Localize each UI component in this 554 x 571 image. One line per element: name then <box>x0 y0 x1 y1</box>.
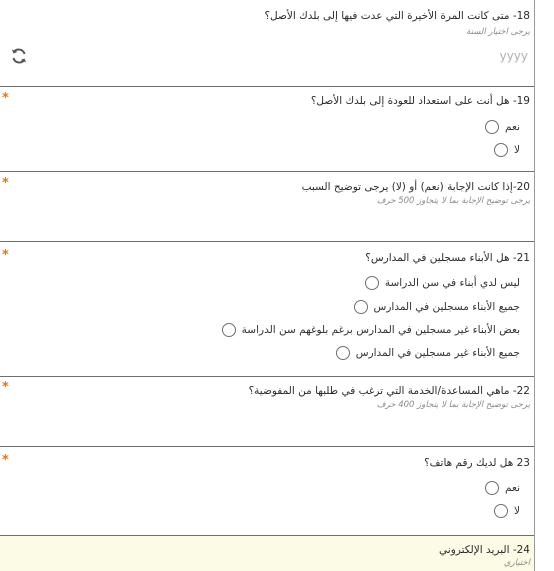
required-asterisk: * <box>2 453 9 468</box>
option-some-not-enrolled[interactable]: بعض الأبناء غير مسجلين في المدارس برغم ب… <box>221 321 520 339</box>
question-23: * 23 هل لديك رقم هاتف؟ نعم لا <box>0 447 534 536</box>
refresh-icon[interactable] <box>10 47 28 65</box>
question-18-title: 18- متى كانت المرة الأخيرة التي عدت فيها… <box>264 10 530 22</box>
option-no[interactable]: لا <box>494 141 520 159</box>
option-no[interactable]: لا <box>494 502 520 520</box>
radio-button[interactable] <box>221 323 236 337</box>
option-no-children[interactable]: ليس لدي أبناء في سن الدراسة <box>364 274 520 292</box>
question-18: 18- متى كانت المرة الأخيرة التي عدت فيها… <box>0 0 534 87</box>
option-label: نعم <box>505 121 520 133</box>
radio-button[interactable] <box>364 276 379 290</box>
question-24-hint: اختياري <box>503 558 530 568</box>
question-23-title: 23 هل لديك رقم هاتف؟ <box>424 457 530 469</box>
right-margin <box>534 0 554 571</box>
question-24-title: 24- البريد الإلكتروني <box>439 544 530 556</box>
option-label: لا <box>514 505 520 517</box>
option-label: جميع الأبناء غير مسجلين في المدارس <box>355 347 520 359</box>
required-asterisk: * <box>2 91 9 106</box>
radio-button[interactable] <box>494 143 508 157</box>
question-19-title: 19- هل أنت على استعداد للعودة إلى بلدك ا… <box>310 95 530 107</box>
question-22-hint: يرجى توضيح الإجابة بما لا يتجاوز 400 حرف <box>376 400 530 410</box>
divider <box>534 0 535 571</box>
option-yes[interactable]: نعم <box>485 479 520 497</box>
question-22-title: 22- ماهي المساعدة/الخدمة التي ترغب في طل… <box>248 385 530 397</box>
option-yes[interactable]: نعم <box>485 118 520 136</box>
question-22: * 22- ماهي المساعدة/الخدمة التي ترغب في … <box>0 377 534 447</box>
option-label: جميع الأبناء مسجلين في المدارس <box>373 301 520 313</box>
question-20: * 20-إذا كانت الإجابة (نعم) أو (لا) يرجى… <box>0 172 534 242</box>
option-label: ليس لدي أبناء في سن الدراسة <box>384 277 520 289</box>
question-18-hint: يرجى اختيار السنة <box>466 27 530 37</box>
required-asterisk: * <box>2 248 9 263</box>
question-19: * 19- هل أنت على استعداد للعودة إلى بلدك… <box>0 87 534 172</box>
radio-button[interactable] <box>353 300 368 314</box>
question-21: * 21- هل الأبناء مسجلين في المدارس؟ ليس … <box>0 242 534 377</box>
option-label: نعم <box>505 482 520 494</box>
question-21-title: 21- هل الأبناء مسجلين في المدارس؟ <box>365 252 530 264</box>
question-24[interactable]: 24- البريد الإلكتروني اختياري <box>0 536 534 571</box>
year-input[interactable]: yyyy <box>500 49 528 63</box>
option-none-enrolled[interactable]: جميع الأبناء غير مسجلين في المدارس <box>335 344 520 362</box>
question-20-title: 20-إذا كانت الإجابة (نعم) أو (لا) يرجى ت… <box>301 181 530 193</box>
option-all-enrolled[interactable]: جميع الأبناء مسجلين في المدارس <box>353 298 520 316</box>
option-label: بعض الأبناء غير مسجلين في المدارس برغم ب… <box>241 324 520 336</box>
radio-button[interactable] <box>485 120 500 134</box>
radio-button[interactable] <box>485 481 500 495</box>
required-asterisk: * <box>2 176 9 191</box>
radio-button[interactable] <box>335 346 350 360</box>
option-label: لا <box>514 144 520 156</box>
radio-button[interactable] <box>494 504 508 518</box>
question-20-hint: يرجى توضيح الإجابة بما لا يتجاوز 500 حرف <box>376 196 530 206</box>
required-asterisk: * <box>2 380 9 395</box>
